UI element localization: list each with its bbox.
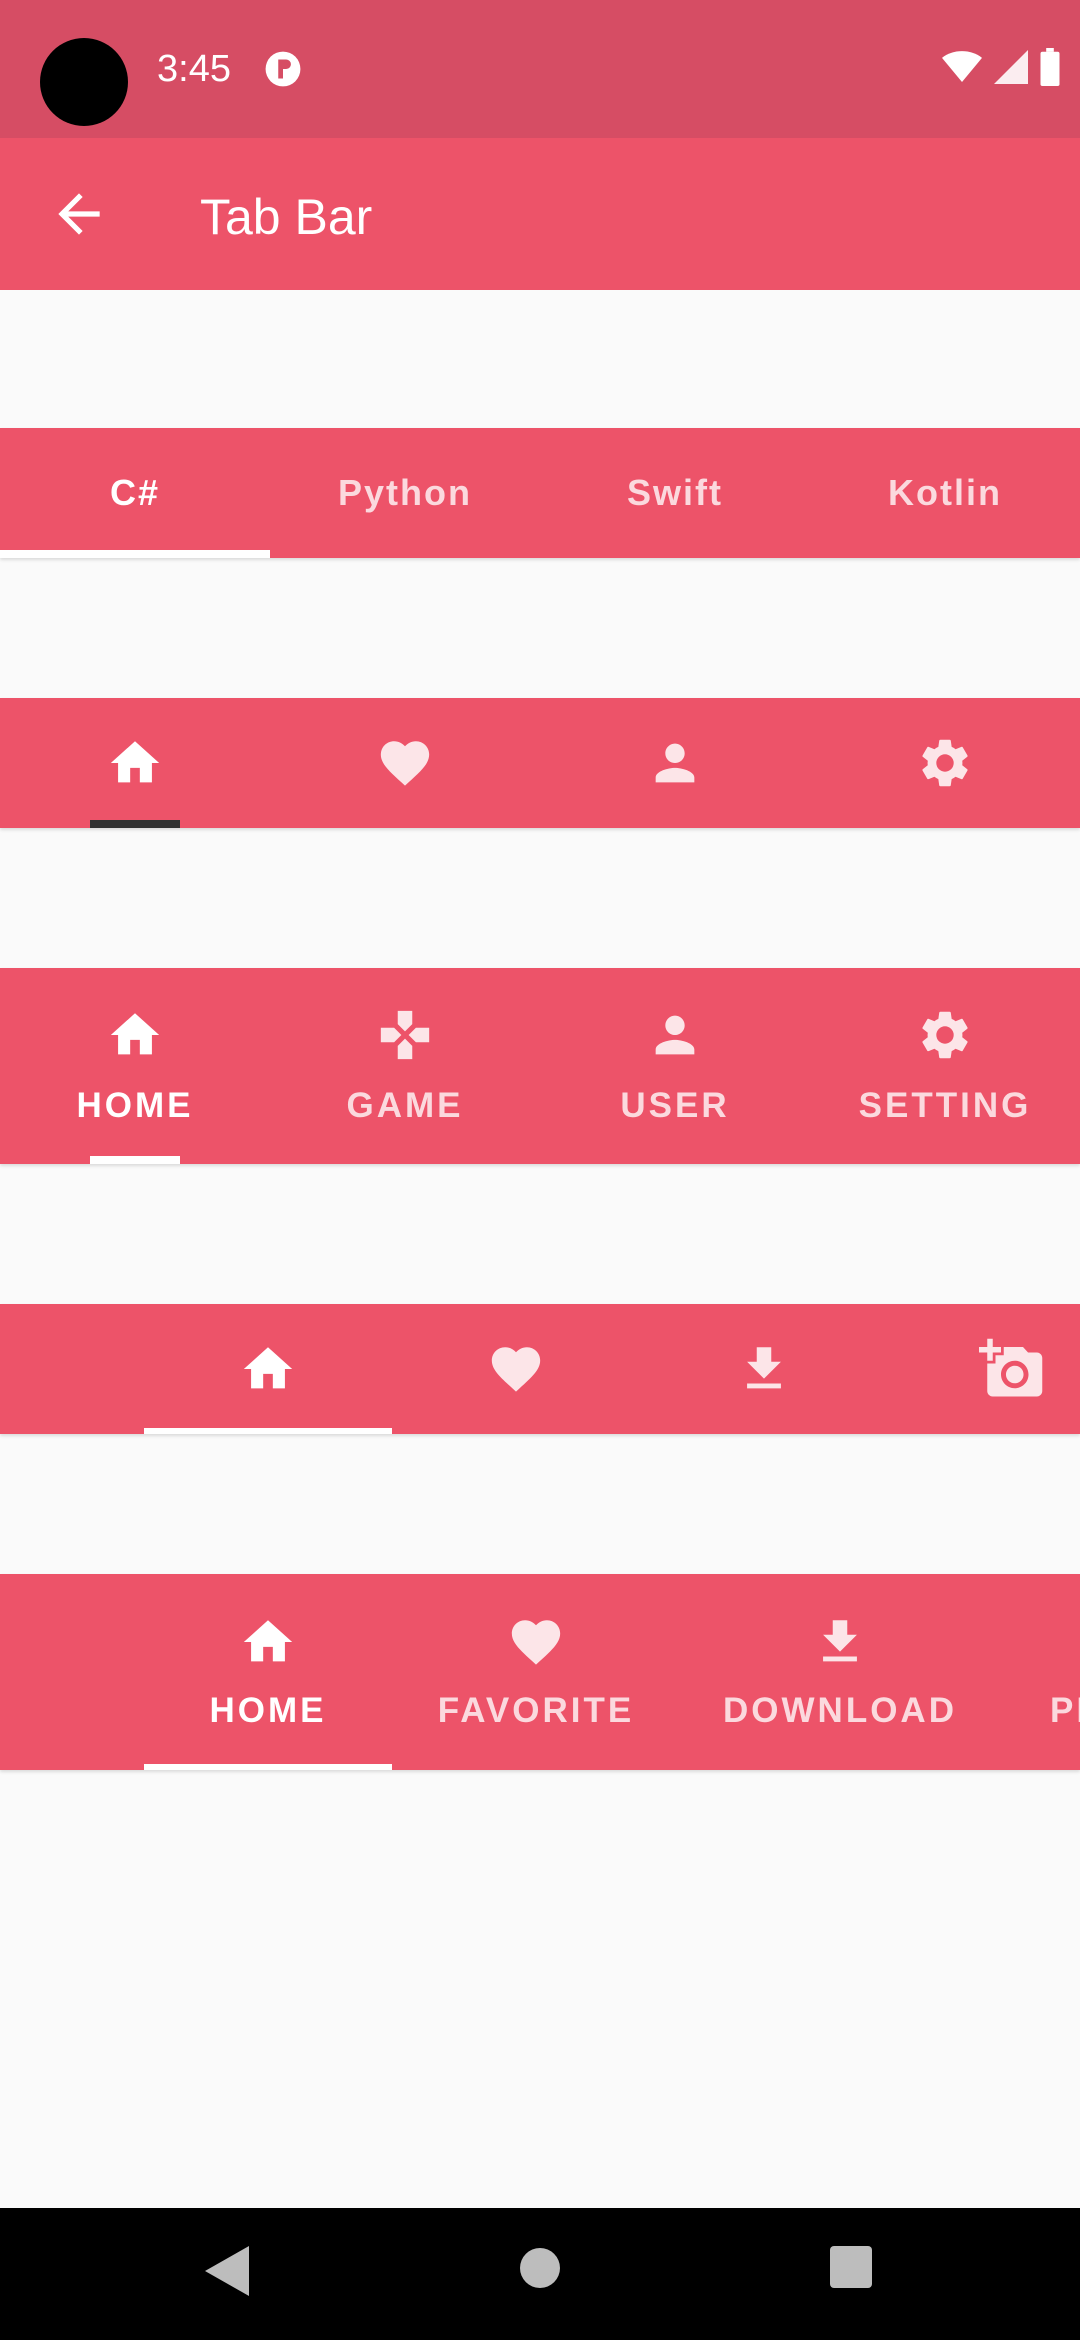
tab-label: C# [109,472,161,513]
wifi-icon [942,51,982,82]
tab-label: Kotlin [888,472,1002,513]
back-arrow-icon[interactable] [48,183,110,245]
nav-recents-icon[interactable] [830,2246,872,2288]
tab-bar-icons-labels: HOME GAME USER SETTING [0,968,1080,1164]
add-a-photo-icon [979,1336,1045,1402]
tab-bar-text: C# Python Swift Kotlin [0,428,1080,558]
tab-swift[interactable]: Swift [540,428,810,558]
tab-bar-scrollable-icons-labels: HOME FAVORITE DOWNLOAD PH [0,1574,1080,1770]
tab-label: SETTING [858,1086,1032,1125]
tab-label: PH [1050,1691,1080,1730]
tab-download[interactable]: DOWNLOAD [700,1574,980,1770]
tab-label: USER [620,1086,730,1125]
tab-label: HOME [209,1691,327,1730]
tab-label: FAVORITE [437,1691,635,1730]
tab-csharp[interactable]: C# [0,428,270,558]
tab-favorite[interactable] [392,1304,640,1434]
tab-home[interactable] [144,1304,392,1434]
tab-indicator [144,1764,392,1770]
status-time: 3:45 [157,48,231,90]
tab-home[interactable]: HOME [144,1574,392,1770]
tab-favorite[interactable]: FAVORITE [416,1574,656,1770]
tab-bar-icons [0,698,1080,828]
tab-home[interactable]: HOME [0,968,270,1164]
home-icon [239,1340,297,1398]
gear-icon [916,734,974,792]
tab-indicator [0,550,270,558]
home-icon [239,1613,297,1671]
tab-indicator [144,1428,392,1434]
page-title: Tab Bar [200,189,373,245]
download-icon [735,1340,793,1398]
heart-icon [487,1340,545,1398]
signal-icon [994,50,1028,84]
tab-settings[interactable] [810,698,1080,828]
tab-user[interactable] [540,698,810,828]
tab-partial[interactable]: PH [1050,1574,1080,1770]
person-icon [646,734,704,792]
battery-icon [1040,48,1060,86]
status-bar: 3:45 [0,0,1080,138]
download-icon [811,1613,869,1671]
tab-download[interactable] [640,1304,888,1434]
nav-back-icon[interactable] [205,2246,249,2296]
home-icon [106,734,164,792]
tab-bar-scrollable-icons [0,1304,1080,1434]
tab-label: Python [338,472,472,513]
tab-home[interactable] [0,698,270,828]
tab-add-photo[interactable] [888,1304,1080,1434]
tab-indicator [90,820,180,828]
tab-indicator [90,1156,180,1164]
system-nav-bar [0,2208,1080,2340]
tab-favorite[interactable] [270,698,540,828]
notification-icon [265,51,301,87]
camera-cutout [40,38,128,126]
tab-kotlin[interactable]: Kotlin [810,428,1080,558]
heart-icon [507,1613,565,1671]
person-icon [646,1006,704,1064]
heart-icon [376,734,434,792]
tab-setting[interactable]: SETTING [810,968,1080,1164]
tab-game[interactable]: GAME [270,968,540,1164]
gamepad-icon [376,1006,434,1064]
nav-home-icon[interactable] [518,2246,562,2290]
tab-label: DOWNLOAD [723,1691,957,1730]
tab-python[interactable]: Python [270,428,540,558]
tab-label: Swift [627,472,723,513]
tab-label: GAME [346,1086,464,1125]
home-icon [106,1006,164,1064]
tab-label: HOME [76,1086,194,1125]
app-bar: Tab Bar [0,138,1080,290]
gear-icon [916,1006,974,1064]
tab-user[interactable]: USER [540,968,810,1164]
